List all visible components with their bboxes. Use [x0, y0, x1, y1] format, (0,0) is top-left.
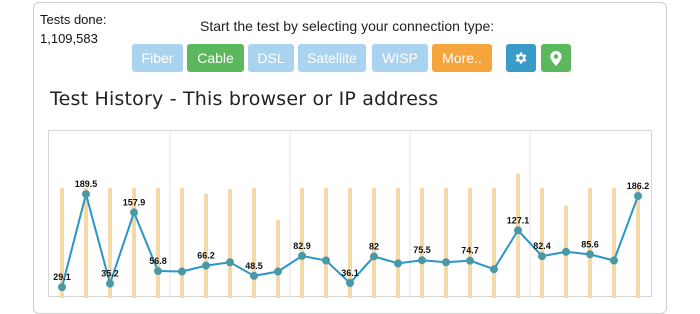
data-label: 35.2 [101, 269, 119, 279]
data-point[interactable] [226, 258, 234, 267]
data-point[interactable] [370, 252, 378, 261]
more-button[interactable]: More.. [432, 44, 492, 72]
data-point[interactable] [82, 190, 90, 199]
fiber-button[interactable]: Fiber [132, 44, 183, 72]
data-point[interactable] [106, 279, 114, 288]
data-label: 82.4 [533, 241, 551, 251]
location-button[interactable] [541, 44, 571, 72]
data-label: 82.9 [293, 241, 311, 251]
data-point[interactable] [130, 208, 138, 217]
data-point[interactable] [274, 267, 282, 276]
bar [396, 188, 400, 298]
data-point[interactable] [442, 258, 450, 267]
data-label: 85.6 [581, 239, 599, 249]
data-point[interactable] [634, 192, 642, 201]
bar [468, 188, 472, 298]
test-history-chart: 29.1 189.5 35.2 157.9 56.8 66.2 48.5 82.9 36.1 82… [53, 130, 650, 298]
bar [228, 189, 232, 298]
bar [420, 188, 424, 298]
data-point[interactable] [178, 267, 186, 276]
data-point[interactable] [490, 265, 498, 274]
tests-done-count: 1,109,583 [40, 31, 98, 46]
data-point[interactable] [298, 251, 306, 260]
settings-button[interactable] [506, 44, 536, 72]
data-point[interactable] [346, 279, 354, 288]
data-point[interactable] [538, 252, 546, 261]
gear-icon [515, 52, 527, 64]
data-point[interactable] [58, 283, 66, 292]
connection-type-instruction: Start the test by selecting your connect… [200, 18, 495, 34]
bar [84, 188, 88, 298]
data-point[interactable] [562, 247, 570, 256]
data-label: 127.1 [507, 215, 530, 225]
bar [156, 188, 160, 298]
bar [516, 173, 520, 298]
data-point[interactable] [154, 267, 162, 276]
dsl-button[interactable]: DSL [248, 44, 294, 72]
wisp-button[interactable]: WISP [372, 44, 428, 72]
data-point[interactable] [586, 250, 594, 259]
data-label: 74.7 [461, 246, 479, 256]
data-point[interactable] [514, 226, 522, 235]
bar [204, 193, 208, 298]
data-label: 186.2 [627, 181, 650, 191]
data-point[interactable] [202, 261, 210, 270]
data-label: 29.1 [53, 272, 71, 282]
data-label: 75.5 [413, 245, 431, 255]
data-label: 82 [369, 241, 379, 251]
tests-done-label: Tests done: [40, 12, 107, 27]
bar [492, 188, 496, 298]
data-point[interactable] [394, 259, 402, 268]
data-label: 56.8 [149, 256, 167, 266]
bar [252, 188, 256, 298]
data-point[interactable] [418, 256, 426, 265]
data-point[interactable] [250, 271, 258, 280]
data-point[interactable] [322, 256, 330, 265]
data-label: 189.5 [75, 179, 98, 189]
bar [636, 188, 640, 298]
data-label: 36.1 [341, 268, 359, 278]
bar [180, 188, 184, 298]
bar [612, 188, 616, 298]
map-pin-icon [550, 50, 562, 66]
tests-done-stat: Tests done: 1,109,583 [40, 10, 107, 48]
satellite-button[interactable]: Satellite [298, 44, 366, 72]
bar [324, 188, 328, 298]
test-history-title: Test History - This browser or IP addres… [50, 88, 439, 110]
bar [444, 188, 448, 298]
data-label: 48.5 [245, 261, 263, 271]
cable-button[interactable]: Cable [187, 44, 244, 72]
data-label: 157.9 [123, 197, 146, 207]
bar [276, 219, 280, 298]
data-point[interactable] [610, 256, 618, 265]
data-label: 66.2 [197, 251, 215, 261]
data-point[interactable] [466, 256, 474, 265]
